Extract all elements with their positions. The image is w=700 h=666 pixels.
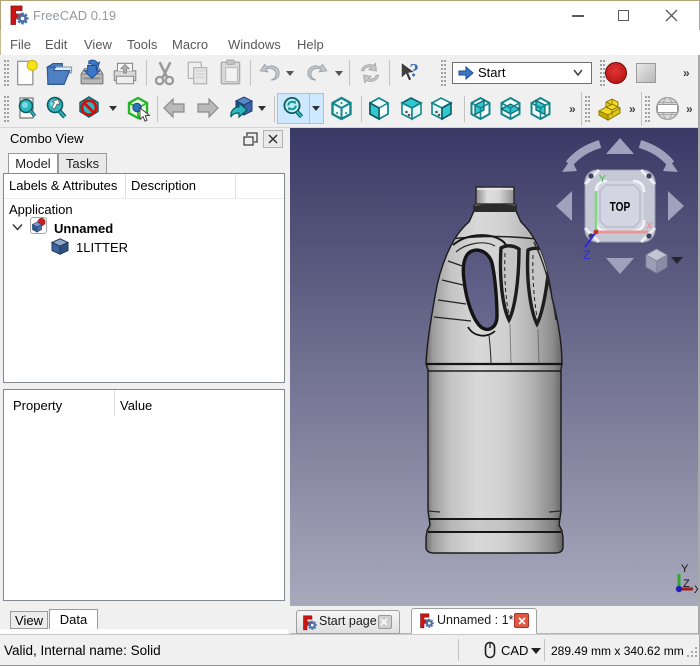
svg-text:Y: Y — [681, 563, 689, 575]
svg-text:X: X — [646, 221, 653, 232]
svg-text:Y: Y — [599, 174, 606, 185]
svg-text:Z: Z — [583, 248, 590, 262]
svg-text:TOP: TOP — [610, 200, 631, 214]
svg-text:Z: Z — [683, 578, 690, 590]
